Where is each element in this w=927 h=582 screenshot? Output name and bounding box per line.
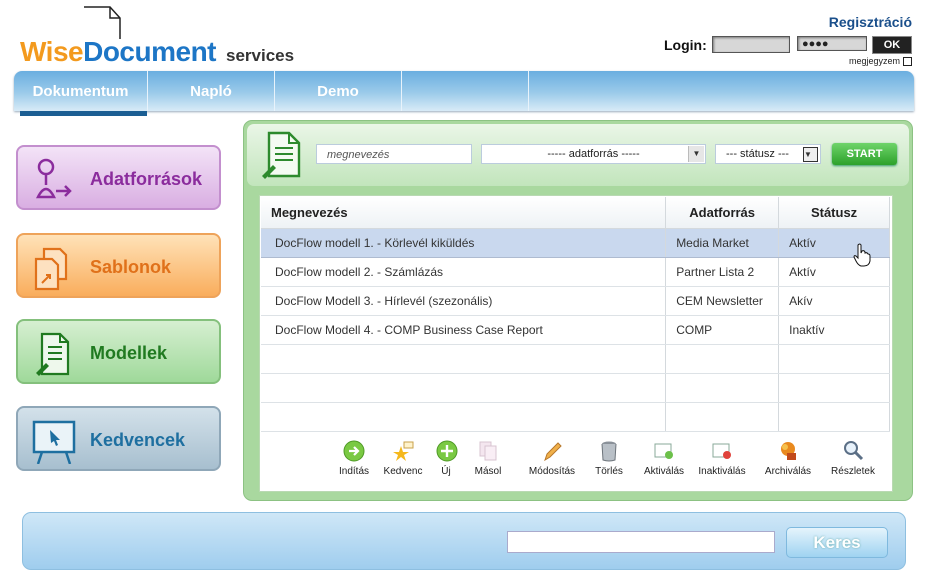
- cell-source: Partner Lista 2: [665, 257, 780, 287]
- cell-name: DocFlow Modell 4. - COMP Business Case R…: [261, 315, 667, 345]
- table-row-empty: [261, 373, 890, 403]
- remember-me[interactable]: megjegyzem: [848, 56, 912, 67]
- table-row[interactable]: DocFlow modell 1. - Körlevél kiküldés Me…: [261, 228, 890, 258]
- toolbar-label: Részletek: [831, 466, 875, 477]
- table-row-empty: [261, 344, 890, 374]
- toolbar-activate-button[interactable]: Aktiválás: [643, 440, 685, 477]
- hand-cursor-icon: [853, 243, 871, 267]
- toolbar-new-button[interactable]: Új: [436, 440, 458, 477]
- document-logo-icon: [84, 6, 121, 39]
- toolbar-label: Módosítás: [528, 466, 576, 477]
- column-header-name[interactable]: Megnevezés: [261, 197, 667, 229]
- active-tab-indicator: [20, 111, 147, 116]
- toolbar-details-button[interactable]: Részletek: [829, 440, 877, 477]
- sidebar-item-label: Kedvencek: [90, 430, 186, 450]
- datasource-select-value: ----- adatforrás -----: [547, 148, 640, 160]
- datasource-select[interactable]: ----- adatforrás ----- ▼: [481, 144, 706, 164]
- sidebar-item-label: Adatforrások: [90, 169, 203, 189]
- toolbar-label: Másol: [474, 466, 502, 477]
- toolbar-start-button[interactable]: Indítás: [335, 440, 373, 477]
- toolbar-label: Aktiválás: [643, 466, 684, 477]
- toolbar-copy-button[interactable]: Másol: [472, 440, 504, 477]
- sidebar-item-label: Sablonok: [90, 257, 172, 277]
- tab-dokumentum[interactable]: Dokumentum: [14, 71, 148, 111]
- toolbar-label: Indítás: [338, 466, 370, 477]
- sidebar-item-sablonok[interactable]: Sablonok: [16, 233, 221, 298]
- cell-status: Aktív: [778, 228, 890, 258]
- toolbar-archive-button[interactable]: Archiválás: [763, 440, 813, 477]
- table-row[interactable]: DocFlow Modell 4. - COMP Business Case R…: [261, 315, 890, 345]
- table-header-row: Megnevezés Adatforrás Státusz: [261, 197, 890, 229]
- search-button[interactable]: Keres: [786, 527, 888, 558]
- tab-empty-1: [402, 71, 529, 111]
- login-username-field[interactable]: [712, 36, 790, 53]
- models-icon: [36, 332, 70, 376]
- cell-source: COMP: [665, 315, 780, 345]
- sidebar-item-modellek[interactable]: Modellek: [16, 319, 221, 384]
- data-source-icon: [35, 158, 72, 199]
- cell-status: Akív: [778, 286, 890, 316]
- tab-naplo[interactable]: Napló: [148, 71, 275, 111]
- models-table: Megnevezés Adatforrás Státusz DocFlow mo…: [261, 197, 890, 432]
- toolbar-label: Törlés: [595, 466, 623, 477]
- trash-icon: [601, 441, 617, 462]
- search-input[interactable]: [507, 531, 775, 553]
- cell-name: DocFlow modell 2. - Számlázás: [261, 257, 667, 287]
- sidebar-item-adatforrasok[interactable]: Adatforrások: [16, 145, 221, 210]
- cell-status: Aktív: [778, 257, 890, 287]
- table-row-empty: [261, 402, 890, 432]
- new-plus-icon: [436, 440, 458, 462]
- tab-demo[interactable]: Demo: [275, 71, 402, 111]
- status-select[interactable]: --- státusz --- ▼: [715, 144, 821, 164]
- login-label: Login:: [664, 37, 707, 53]
- remember-checkbox[interactable]: [903, 57, 912, 67]
- cell-name: DocFlow modell 1. - Körlevél kiküldés: [261, 228, 667, 258]
- status-select-value: --- státusz ---: [726, 148, 789, 160]
- login-password-field[interactable]: ●●●●: [797, 36, 867, 51]
- toolbar-delete-button[interactable]: Törlés: [593, 440, 625, 477]
- toolbar-deactivate-button[interactable]: Inaktiválás: [697, 440, 747, 477]
- remember-label: megjegyzem: [848, 56, 900, 66]
- toolbar-label: Új: [441, 466, 451, 477]
- login-ok-button[interactable]: OK: [872, 36, 912, 54]
- register-link[interactable]: Regisztráció: [829, 14, 912, 30]
- logo: WiseDocument services: [20, 6, 320, 68]
- start-icon: [343, 440, 365, 462]
- sidebar-item-label: Modellek: [90, 343, 168, 363]
- edit-pencil-icon: [544, 442, 562, 462]
- cell-status: Inaktív: [778, 315, 890, 345]
- column-header-source[interactable]: Adatforrás: [665, 197, 780, 229]
- toolbar-label: Inaktiválás: [698, 466, 746, 477]
- cell-source: CEM Newsletter: [665, 286, 780, 316]
- sidebar-item-kedvencek[interactable]: Kedvencek: [16, 406, 221, 471]
- toolbar-edit-button[interactable]: Módosítás: [527, 440, 577, 477]
- cell-name: DocFlow Modell 3. - Hírlevél (szezonális…: [261, 286, 667, 316]
- favorite-star-icon: [393, 441, 414, 461]
- cell-source: Media Market: [665, 228, 780, 258]
- favorites-icon: [32, 420, 76, 464]
- toolbar-label: Archiválás: [764, 466, 812, 477]
- templates-icon: [34, 247, 68, 291]
- chevron-down-icon[interactable]: ▼: [688, 146, 704, 162]
- toolbar-favorite-button[interactable]: Kedvenc: [381, 440, 425, 477]
- main-nav: Dokumentum Napló Demo: [14, 71, 914, 111]
- table-row[interactable]: DocFlow Modell 3. - Hírlevél (szezonális…: [261, 286, 890, 316]
- chevron-down-icon[interactable]: ▼: [803, 147, 818, 162]
- models-document-icon: [262, 131, 301, 179]
- column-header-status[interactable]: Státusz: [778, 197, 890, 229]
- details-magnifier-icon: [844, 441, 864, 461]
- start-button[interactable]: START: [832, 143, 897, 165]
- copy-icon: [479, 441, 497, 461]
- logo-text: WiseDocument: [20, 36, 217, 67]
- logo-services: services: [226, 46, 295, 65]
- archive-icon: [781, 442, 796, 460]
- toolbar-label: Kedvenc: [383, 466, 423, 477]
- activate-icon: [654, 443, 673, 459]
- deactivate-icon: [712, 443, 731, 459]
- table-row[interactable]: DocFlow modell 2. - Számlázás Partner Li…: [261, 257, 890, 287]
- name-filter-input[interactable]: megnevezés: [316, 144, 472, 164]
